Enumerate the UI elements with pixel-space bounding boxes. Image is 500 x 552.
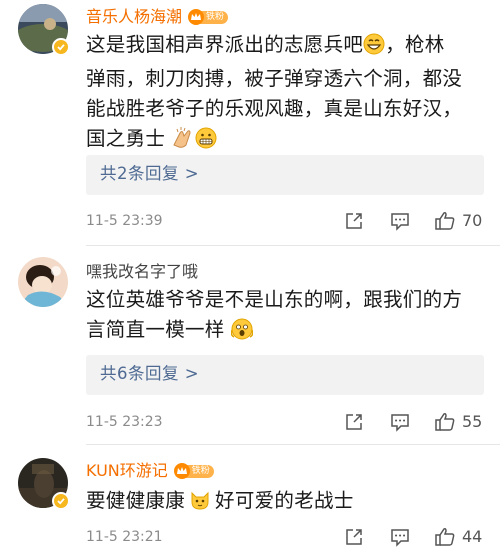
like-button[interactable]: 70	[434, 210, 482, 232]
username[interactable]: 嘿我改名字了哦	[86, 261, 198, 283]
scared-emoji	[230, 318, 254, 349]
comment-text: 这是我国相声界派出的志愿兵吧 ，枪林 弹雨，刺刀肉搏，被子弹穿透六个洞，都没 能…	[86, 30, 476, 158]
view-replies-button[interactable]: 共6条回复 >	[86, 355, 484, 395]
comment-item: 嘿我改名字了哦 这位英雄爷爷是不是山东的啊，跟我们的方 言简直一模一样 共6条回…	[0, 250, 500, 440]
cat-emoji	[189, 489, 211, 520]
forward-button[interactable]	[344, 210, 364, 232]
like-icon	[435, 212, 455, 230]
crown-icon	[173, 463, 190, 479]
like-button[interactable]: 55	[434, 411, 482, 433]
text-line: 能战胜老爷子的乐观风趣，真是山东好汉，	[86, 97, 463, 120]
view-replies-button[interactable]: 共2条回复 >	[86, 155, 484, 195]
clap-emoji	[171, 127, 193, 158]
forward-icon	[346, 529, 362, 545]
like-count: 70	[462, 211, 483, 230]
comment-meta: 11-5 23:21 44	[86, 526, 486, 548]
comment-button[interactable]	[390, 411, 410, 433]
like-icon	[435, 413, 455, 431]
comment-icon	[391, 213, 409, 231]
text-line: ，枪林	[385, 33, 445, 56]
comment-meta: 11-5 23:39 70	[86, 210, 486, 232]
comment-item: 音乐人杨海潮 铁粉 这是我国相声界派出的志愿兵吧 ，枪林 弹雨，刺刀肉搏，被子弹…	[0, 0, 500, 242]
forward-icon	[346, 213, 362, 229]
timestamp: 11-5 23:21	[86, 529, 163, 545]
crown-icon	[188, 9, 205, 25]
like-count: 55	[462, 412, 483, 431]
forward-icon	[346, 414, 362, 430]
comment-button[interactable]	[390, 526, 410, 548]
text-line: 要健健康康	[86, 489, 186, 512]
like-icon	[435, 528, 455, 546]
grimace-emoji	[195, 127, 217, 158]
comment-icon	[391, 414, 409, 432]
verified-icon	[52, 38, 70, 56]
username[interactable]: 音乐人杨海潮	[86, 6, 182, 28]
username-row: 嘿我改名字了哦	[86, 261, 198, 283]
comment-icon	[391, 529, 409, 547]
like-button[interactable]: 44	[434, 526, 482, 548]
forward-button[interactable]	[344, 526, 364, 548]
text-line: 言简直一模一样	[86, 318, 225, 341]
text-line: 好可爱的老战士	[215, 489, 354, 512]
fan-badge[interactable]: 铁粉	[173, 463, 214, 479]
divider	[86, 245, 500, 246]
avatar[interactable]	[18, 257, 68, 307]
verified-icon	[52, 492, 70, 510]
username[interactable]: KUN环游记	[86, 460, 168, 482]
like-count: 44	[462, 527, 483, 546]
comment-button[interactable]	[390, 210, 410, 232]
timestamp: 11-5 23:23	[86, 414, 163, 430]
username-row: 音乐人杨海潮 铁粉	[86, 6, 229, 28]
username-row: KUN环游记 铁粉	[86, 460, 214, 482]
fan-badge[interactable]: 铁粉	[188, 9, 229, 25]
view-replies-label: 共2条回复 >	[100, 164, 200, 183]
text-line: 弹雨，刺刀肉搏，被子弹穿透六个洞，都没	[86, 67, 463, 90]
text-line: 这位英雄爷爷是不是山东的啊，跟我们的方	[86, 288, 463, 311]
forward-button[interactable]	[344, 411, 364, 433]
comment-text: 这位英雄爷爷是不是山东的啊，跟我们的方 言简直一模一样	[86, 285, 476, 349]
comment-item: KUN环游记 铁粉 要健健康康 好可爱的老战士 11-5 23:21 44	[0, 450, 500, 552]
timestamp: 11-5 23:39	[86, 213, 163, 229]
grin-emoji	[363, 33, 385, 64]
text-line: 这是我国相声界派出的志愿兵吧	[86, 33, 364, 56]
comment-text: 要健健康康 好可爱的老战士	[86, 486, 476, 520]
view-replies-label: 共6条回复 >	[100, 364, 200, 383]
divider	[86, 444, 500, 445]
comment-meta: 11-5 23:23 55	[86, 411, 486, 433]
text-line: 国之勇士	[86, 127, 166, 150]
